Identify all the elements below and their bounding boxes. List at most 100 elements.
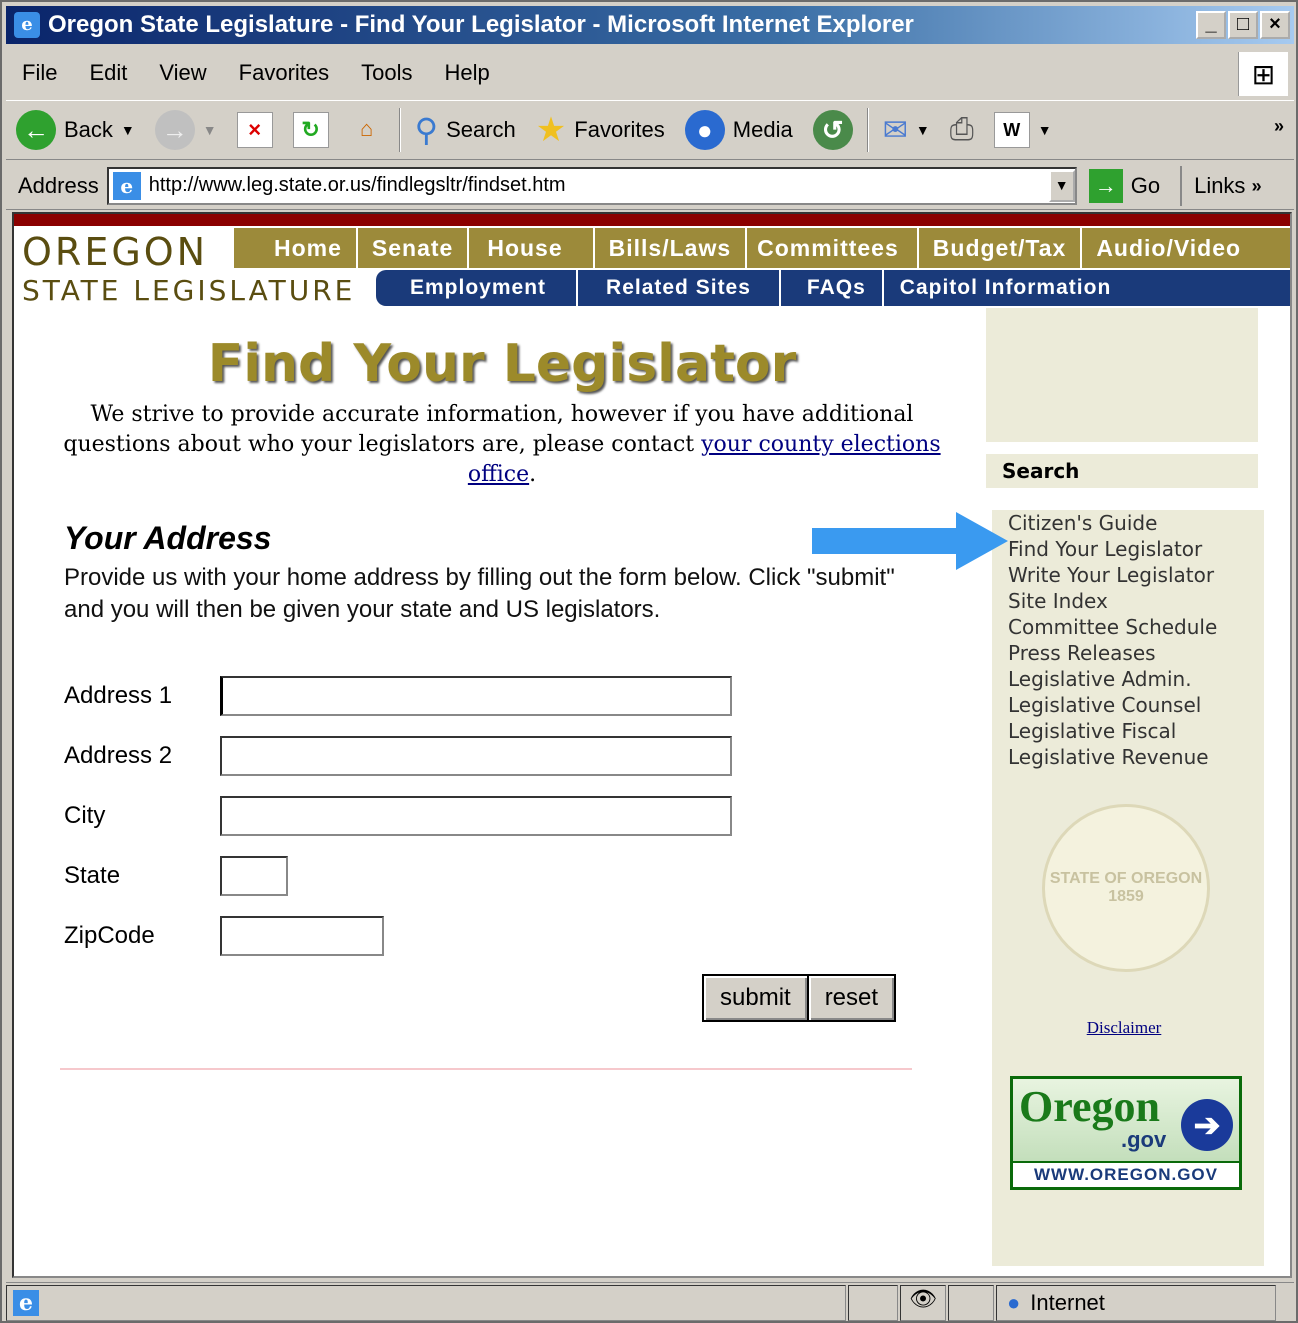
zip-label: ZipCode — [64, 922, 155, 949]
oregon-gov-banner[interactable]: Oregon .gov ➔ WWW.OREGON.GOV — [1010, 1076, 1242, 1190]
address2-row: Address 2 — [64, 736, 732, 776]
zone-pane: ● Internet — [996, 1284, 1276, 1321]
search-icon: ⚲ — [414, 112, 439, 148]
nav-faqs[interactable]: FAQs — [781, 270, 884, 306]
status-bar: e 👁 ● Internet — [6, 1282, 1294, 1322]
favorites-button[interactable]: ★ Favorites — [526, 105, 675, 155]
history-icon: ↺ — [812, 110, 853, 150]
sidebar-item-legislative-counsel[interactable]: Legislative Counsel — [1008, 692, 1264, 718]
sidebar-item-legislative-fiscal[interactable]: Legislative Fiscal — [1008, 718, 1264, 744]
home-icon: ⌂ — [359, 116, 374, 141]
history-button[interactable]: ↺ — [803, 105, 863, 155]
printer-icon: ⎙ — [949, 113, 974, 146]
zip-row: ZipCode — [64, 916, 384, 956]
nav-house[interactable]: House — [469, 228, 595, 268]
media-button[interactable]: ● Media — [675, 105, 803, 155]
disclaimer-link[interactable]: Disclaimer — [992, 1018, 1256, 1038]
nav-audio-video[interactable]: Audio/Video — [1082, 228, 1255, 268]
mail-button[interactable]: ✉ ▼ — [873, 105, 940, 155]
address-url: http://www.leg.state.or.us/findlegsltr/f… — [148, 174, 566, 196]
nav-capitol-information[interactable]: Capitol Information — [884, 270, 1128, 306]
address-description: Provide us with your home address by fil… — [64, 564, 895, 623]
home-button[interactable]: ⌂ — [339, 105, 395, 155]
stop-button[interactable]: × — [227, 105, 283, 155]
sidebar: Citizen's Guide Find Your Legislator Wri… — [992, 510, 1264, 1266]
site-logo-legislature[interactable]: STATE LEGISLATURE — [22, 274, 355, 307]
nav-senate[interactable]: Senate — [358, 228, 470, 268]
menu-edit[interactable]: Edit — [73, 60, 143, 86]
refresh-button[interactable]: ↻ — [283, 105, 339, 155]
stop-icon: × — [236, 112, 273, 148]
state-row: State — [64, 856, 288, 896]
sidebar-item-press-releases[interactable]: Press Releases — [1008, 640, 1264, 666]
sidebar-item-write-your-legislator[interactable]: Write Your Legislator — [1008, 562, 1264, 588]
sidebar-search-link[interactable]: Search — [986, 454, 1258, 488]
toolbar: ← Back ▼ → ▼ × ↻ ⌂ ⚲ Search ★ Favorites … — [6, 100, 1294, 160]
city-row: City — [64, 796, 732, 836]
sidebar-item-legislative-admin[interactable]: Legislative Admin. — [1008, 666, 1264, 692]
nav-home[interactable]: Home — [234, 228, 358, 268]
sidebar-item-citizens-guide[interactable]: Citizen's Guide — [1008, 510, 1264, 536]
page-content: OREGON STATE LEGISLATURE Home Senate Hou… — [12, 212, 1292, 1278]
go-arrow-icon: → — [1088, 168, 1123, 203]
menu-bar: File Edit View Favorites Tools Help ⊞ — [6, 48, 1294, 98]
close-button[interactable]: × — [1260, 11, 1290, 39]
links-button[interactable]: Links » — [1180, 165, 1262, 206]
nav-employment[interactable]: Employment — [376, 270, 579, 306]
secondary-nav: Employment Related Sites FAQs Capitol In… — [376, 270, 1290, 306]
nav-related-sites[interactable]: Related Sites — [578, 270, 781, 306]
divider — [60, 1068, 912, 1070]
page-icon: e — [13, 1289, 39, 1316]
search-label: Search — [446, 117, 516, 142]
nav-bills-laws[interactable]: Bills/Laws — [595, 228, 748, 268]
menu-view[interactable]: View — [143, 60, 222, 86]
address-input[interactable]: e http://www.leg.state.or.us/findlegsltr… — [106, 166, 1077, 205]
reset-button[interactable]: reset — [808, 974, 897, 1022]
sidebar-item-committee-schedule[interactable]: Committee Schedule — [1008, 614, 1264, 640]
go-button[interactable]: → Go — [1077, 168, 1180, 203]
nav-committees[interactable]: Committees — [747, 228, 919, 268]
sidebar-item-legislative-revenue[interactable]: Legislative Revenue — [1008, 744, 1264, 770]
toolbar-overflow[interactable]: » — [1264, 101, 1294, 151]
sidebar-top-panel — [986, 308, 1258, 442]
mail-icon: ✉ — [882, 113, 908, 147]
menu-tools[interactable]: Tools — [345, 60, 428, 86]
address1-label: Address 1 — [64, 682, 173, 709]
address-bar: Address e http://www.leg.state.or.us/fin… — [6, 162, 1294, 210]
menu-favorites[interactable]: Favorites — [223, 60, 345, 86]
address2-field[interactable] — [220, 736, 732, 776]
primary-nav: Home Senate House Bills/Laws Committees … — [234, 228, 1290, 268]
media-label: Media — [732, 117, 793, 142]
header-rule — [14, 214, 1290, 226]
privacy-icon[interactable]: 👁 — [900, 1284, 946, 1321]
menu-file[interactable]: File — [6, 60, 73, 86]
minimize-button[interactable]: _ — [1196, 11, 1226, 39]
edit-button[interactable]: W ▼ — [984, 105, 1062, 155]
star-icon: ★ — [535, 111, 567, 149]
submit-button[interactable]: submit — [702, 974, 809, 1022]
address-label: Address — [18, 172, 99, 198]
search-button[interactable]: ⚲ Search — [405, 105, 526, 155]
back-label: Back — [64, 117, 113, 142]
state-label: State — [64, 862, 121, 889]
city-field[interactable] — [220, 796, 732, 836]
globe-icon: ● — [684, 110, 725, 150]
back-button[interactable]: ← Back ▼ — [6, 105, 145, 155]
sidebar-item-site-index[interactable]: Site Index — [1008, 588, 1264, 614]
state-field[interactable] — [220, 856, 288, 896]
site-logo-oregon[interactable]: OREGON — [22, 230, 208, 274]
city-label: City — [64, 802, 106, 829]
globe-icon: ● — [1007, 1289, 1021, 1315]
address-dropdown-button[interactable]: ▼ — [1048, 169, 1075, 202]
address1-row: Address 1 — [64, 676, 732, 716]
menu-help[interactable]: Help — [429, 60, 506, 86]
maximize-button[interactable]: □ — [1228, 11, 1258, 39]
page-title: Find Your Legislator — [207, 334, 797, 394]
zip-field[interactable] — [220, 916, 384, 956]
go-label: Go — [1130, 172, 1161, 198]
address1-field[interactable] — [220, 676, 732, 716]
print-button[interactable]: ⎙ — [940, 105, 984, 155]
nav-budget-tax[interactable]: Budget/Tax — [919, 228, 1083, 268]
forward-button[interactable]: → ▼ — [145, 105, 227, 155]
sidebar-item-find-your-legislator[interactable]: Find Your Legislator — [1008, 536, 1264, 562]
